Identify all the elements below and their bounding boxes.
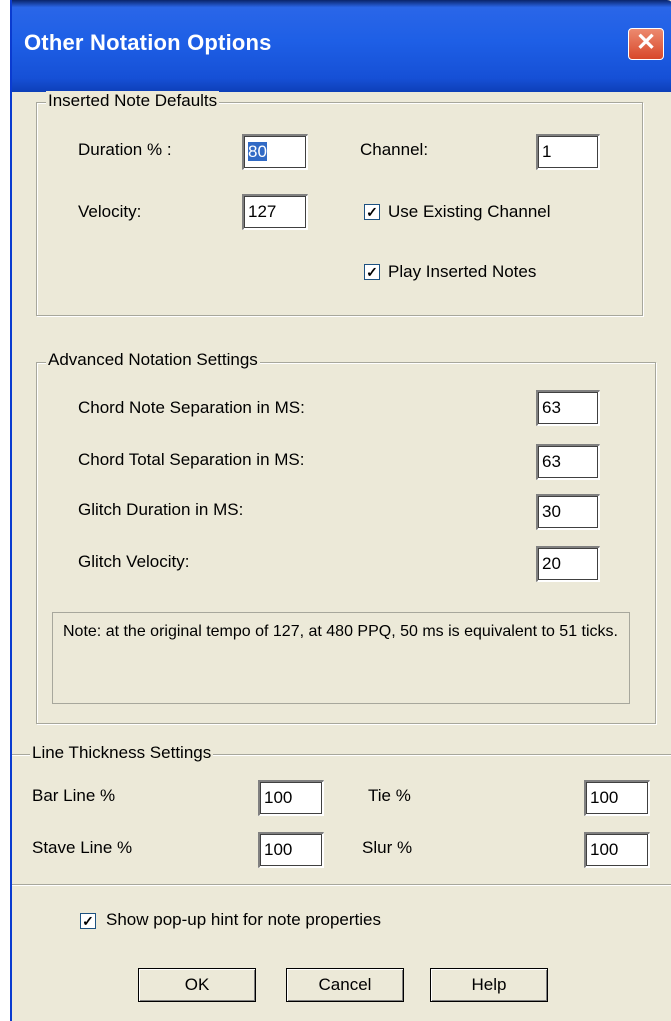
slur-label: Slur %: [362, 838, 413, 857]
help-button[interactable]: Help: [430, 968, 548, 1002]
line-thickness-legend: Line Thickness Settings: [30, 743, 214, 763]
show-popup-hint-label[interactable]: Show pop-up hint for note properties: [106, 910, 381, 930]
tempo-note-box: Note: at the original tempo of 127, at 4…: [52, 612, 630, 704]
glitch-velocity-label: Glitch Velocity:: [78, 552, 190, 571]
stave-line-input[interactable]: 100: [258, 832, 324, 868]
channel-label: Channel:: [360, 140, 429, 159]
advanced-notation-legend: Advanced Notation Settings: [46, 350, 260, 370]
chord-note-separation-input[interactable]: 63: [536, 390, 600, 426]
close-button[interactable]: ✕: [628, 28, 664, 60]
tie-label: Tie %: [368, 786, 411, 805]
cancel-button[interactable]: Cancel: [286, 968, 404, 1002]
velocity-input[interactable]: 127: [242, 194, 308, 230]
close-icon: ✕: [635, 29, 657, 56]
glitch-velocity-input[interactable]: 20: [536, 546, 600, 582]
check-icon: ✓: [366, 264, 378, 280]
play-inserted-notes-label[interactable]: Play Inserted Notes: [388, 262, 536, 282]
velocity-label: Velocity:: [78, 202, 142, 221]
glitch-duration-label: Glitch Duration in MS:: [78, 500, 244, 519]
dialog-window: Other Notation Options ✕ Inserted Note D…: [10, 0, 671, 1021]
channel-input[interactable]: 1: [536, 134, 600, 170]
show-popup-hint-checkbox[interactable]: ✓: [80, 913, 96, 929]
stave-line-label: Stave Line %: [32, 838, 133, 857]
bar-line-input[interactable]: 100: [258, 780, 324, 816]
tempo-note-text: Note: at the original tempo of 127, at 4…: [63, 623, 618, 640]
slur-input[interactable]: 100: [584, 832, 650, 868]
tie-input[interactable]: 100: [584, 780, 650, 816]
use-existing-channel-label[interactable]: Use Existing Channel: [388, 202, 551, 222]
chord-total-separation-input[interactable]: 63: [536, 444, 600, 480]
chord-total-separation-label: Chord Total Separation in MS:: [78, 450, 305, 469]
check-icon: ✓: [366, 204, 378, 220]
bar-line-label: Bar Line %: [32, 786, 116, 805]
window-title: Other Notation Options: [24, 30, 272, 55]
glitch-duration-input[interactable]: 30: [536, 494, 600, 530]
use-existing-channel-checkbox[interactable]: ✓: [364, 204, 380, 220]
duration-label: Duration % :: [78, 140, 172, 159]
duration-input[interactable]: 80: [242, 134, 308, 170]
bottom-separator: [12, 884, 671, 886]
inserted-note-defaults-legend: Inserted Note Defaults: [46, 91, 220, 111]
check-icon: ✓: [82, 913, 94, 929]
title-bar[interactable]: Other Notation Options ✕: [12, 0, 671, 92]
chord-note-separation-label: Chord Note Separation in MS:: [78, 398, 305, 417]
ok-button[interactable]: OK: [138, 968, 256, 1002]
play-inserted-notes-checkbox[interactable]: ✓: [364, 264, 380, 280]
